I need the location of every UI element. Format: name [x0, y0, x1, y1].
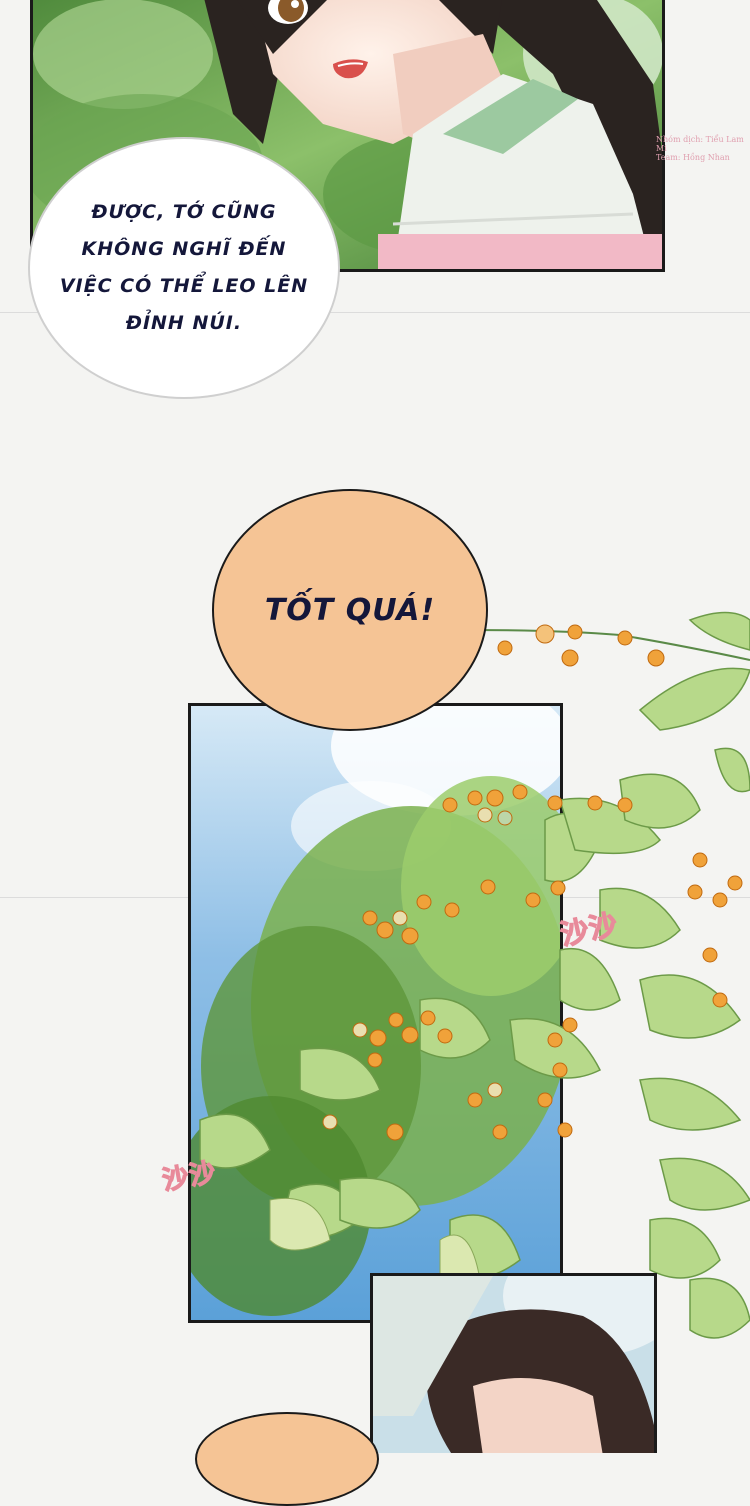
bottom-panel	[370, 1273, 657, 1453]
speech-bubble-2: TỐT QUÁ!	[212, 489, 488, 731]
partial-bubble-bottom	[195, 1412, 379, 1506]
credit-line-1: Nhóm dịch: Tiểu Lam Mi	[656, 135, 744, 153]
translator-credit: Nhóm dịch: Tiểu Lam Mi Team: Hồng Nhan	[656, 135, 750, 162]
speech-text-1: ĐƯỢC, TỚ CŨNG KHÔNG NGHĨ ĐẾN VIỆC CÓ THỂ…	[59, 201, 309, 334]
comic-page: Nhóm dịch: Tiểu Lam Mi Team: Hồng Nhan Đ…	[0, 0, 750, 1506]
speech-bubble-1: ĐƯỢC, TỚ CŨNG KHÔNG NGHĨ ĐẾN VIỆC CÓ THỂ…	[28, 137, 340, 399]
speech-text-2: TỐT QUÁ!	[264, 592, 436, 628]
bottom-panel-art	[373, 1276, 654, 1453]
credit-line-2: Team: Hồng Nhan	[656, 153, 730, 162]
